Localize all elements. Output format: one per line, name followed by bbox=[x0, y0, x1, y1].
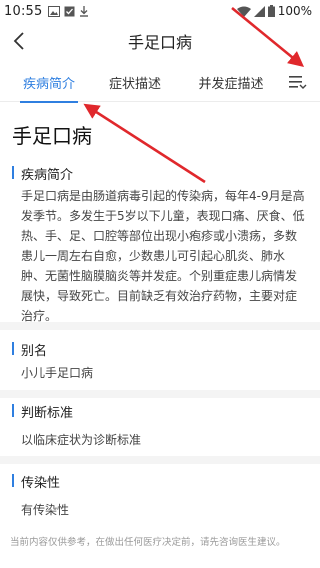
chevron-left-icon bbox=[13, 32, 24, 50]
status-right: 100% bbox=[236, 4, 312, 18]
section-body-contagious: 有传染性 bbox=[21, 503, 70, 517]
list-menu-icon bbox=[289, 76, 307, 89]
status-notification-icons bbox=[48, 5, 89, 17]
checkbox-icon bbox=[64, 6, 75, 16]
disease-title: 手足口病 bbox=[12, 124, 92, 148]
status-time: 10:55 bbox=[4, 3, 43, 19]
back-button[interactable] bbox=[4, 26, 34, 56]
section-divider bbox=[0, 322, 320, 330]
battery-icon bbox=[267, 5, 275, 17]
section-divider bbox=[0, 390, 320, 398]
signal-icon bbox=[253, 5, 265, 17]
section-body-intro: 手足口病是由肠道病毒引起的传染病，每年4-9月是高发季节。多发生于5岁以下儿童，… bbox=[21, 189, 305, 323]
page-title: 手足口病 bbox=[127, 33, 192, 52]
tab-complications[interactable]: 并发症描述 bbox=[186, 62, 276, 102]
content-area[interactable]: 手足口病 疾病简介 手足口病是由肠道病毒引起的传染病，每年4-9月是高发季节。多… bbox=[0, 104, 320, 528]
tab-disease-intro[interactable]: 疾病简介 bbox=[10, 62, 88, 103]
tab-label: 症状描述 bbox=[108, 76, 161, 92]
section-divider bbox=[0, 456, 320, 464]
image-icon bbox=[48, 5, 61, 17]
tab-symptoms[interactable]: 症状描述 bbox=[96, 62, 174, 102]
tab-label: 并发症描述 bbox=[198, 76, 264, 92]
section-body-criteria: 以临床症状为诊断标准 bbox=[21, 433, 142, 447]
section-heading-intro: 疾病简介 bbox=[12, 164, 73, 183]
download-icon bbox=[80, 5, 89, 17]
section-heading-criteria: 判断标准 bbox=[12, 402, 73, 421]
wifi-icon bbox=[236, 6, 251, 17]
tab-menu-button[interactable] bbox=[284, 68, 312, 96]
section-heading-alias: 别名 bbox=[12, 340, 47, 359]
title-bar: 手足口病 bbox=[0, 22, 320, 60]
tab-label: 疾病简介 bbox=[22, 76, 75, 92]
battery-level: 100% bbox=[277, 4, 312, 18]
tab-active-indicator bbox=[20, 101, 78, 103]
tab-bar: 疾病简介 症状描述 并发症描述 bbox=[0, 62, 320, 103]
medical-disclaimer: 当前内容仅供参考，在做出任何医疗决定前，请先咨询医生建议。 bbox=[10, 537, 286, 548]
status-bar: 10:55 100% bbox=[0, 0, 320, 22]
section-heading-contagious: 传染性 bbox=[12, 472, 60, 491]
section-body-alias: 小儿手足口病 bbox=[21, 366, 94, 380]
